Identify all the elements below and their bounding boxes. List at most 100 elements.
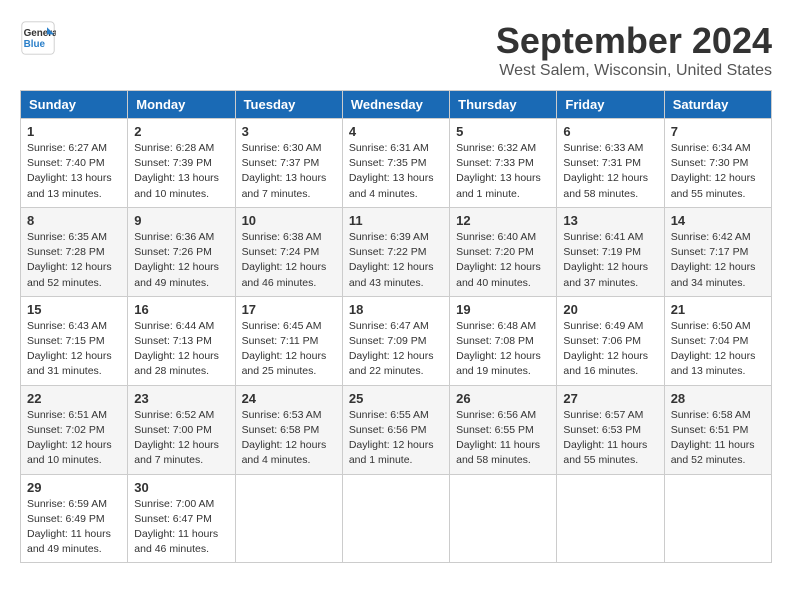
day-cell: 3 Sunrise: 6:30 AMSunset: 7:37 PMDaylight…	[235, 119, 342, 208]
day-cell: 1 Sunrise: 6:27 AMSunset: 7:40 PMDaylight…	[21, 119, 128, 208]
day-cell: 21 Sunrise: 6:50 AMSunset: 7:04 PMDayligh…	[664, 296, 771, 385]
day-info: Sunrise: 6:56 AMSunset: 6:55 PMDaylight:…	[456, 408, 550, 469]
day-info: Sunrise: 6:33 AMSunset: 7:31 PMDaylight:…	[563, 141, 657, 202]
day-info: Sunrise: 6:55 AMSunset: 6:56 PMDaylight:…	[349, 408, 443, 469]
day-number: 20	[563, 302, 657, 317]
day-number: 29	[27, 480, 121, 495]
day-cell: 12 Sunrise: 6:40 AMSunset: 7:20 PMDayligh…	[450, 207, 557, 296]
day-cell: 16 Sunrise: 6:44 AMSunset: 7:13 PMDayligh…	[128, 296, 235, 385]
week-row-1: 1 Sunrise: 6:27 AMSunset: 7:40 PMDaylight…	[21, 119, 772, 208]
day-number: 23	[134, 391, 228, 406]
day-cell: 28 Sunrise: 6:58 AMSunset: 6:51 PMDayligh…	[664, 385, 771, 474]
day-number: 10	[242, 213, 336, 228]
header-row: SundayMondayTuesdayWednesdayThursdayFrid…	[21, 91, 772, 119]
day-cell: 2 Sunrise: 6:28 AMSunset: 7:39 PMDaylight…	[128, 119, 235, 208]
day-number: 8	[27, 213, 121, 228]
day-number: 15	[27, 302, 121, 317]
day-number: 27	[563, 391, 657, 406]
header-cell-wednesday: Wednesday	[342, 91, 449, 119]
day-cell: 18Sunrise: 6:47 AMSunset: 7:09 PMDayligh…	[342, 296, 449, 385]
day-info: Sunrise: 6:30 AMSunset: 7:37 PMDaylight:…	[242, 141, 336, 202]
day-number: 28	[671, 391, 765, 406]
day-info: Sunrise: 6:50 AMSunset: 7:04 PMDaylight:…	[671, 319, 765, 380]
day-number: 30	[134, 480, 228, 495]
header-cell-monday: Monday	[128, 91, 235, 119]
day-number: 9	[134, 213, 228, 228]
day-cell: 30 Sunrise: 7:00 AMSunset: 6:47 PMDayligh…	[128, 474, 235, 563]
header-cell-friday: Friday	[557, 91, 664, 119]
day-cell: 17Sunrise: 6:45 AMSunset: 7:11 PMDayligh…	[235, 296, 342, 385]
day-number: 14	[671, 213, 765, 228]
day-cell: 8 Sunrise: 6:35 AMSunset: 7:28 PMDaylight…	[21, 207, 128, 296]
day-info: Sunrise: 6:58 AMSunset: 6:51 PMDaylight:…	[671, 408, 765, 469]
day-number: 12	[456, 213, 550, 228]
day-number: 17	[242, 302, 336, 317]
day-info: Sunrise: 6:48 AMSunset: 7:08 PMDaylight:…	[456, 319, 550, 380]
day-cell	[235, 474, 342, 563]
day-info: Sunrise: 6:43 AMSunset: 7:15 PMDaylight:…	[27, 319, 121, 380]
day-number: 19	[456, 302, 550, 317]
day-info: Sunrise: 6:57 AMSunset: 6:53 PMDaylight:…	[563, 408, 657, 469]
title-area: September 2024 West Salem, Wisconsin, Un…	[496, 20, 772, 80]
day-cell: 27 Sunrise: 6:57 AMSunset: 6:53 PMDayligh…	[557, 385, 664, 474]
day-number: 22	[27, 391, 121, 406]
day-cell: 14Sunrise: 6:42 AMSunset: 7:17 PMDayligh…	[664, 207, 771, 296]
day-number: 3	[242, 124, 336, 139]
day-info: Sunrise: 6:35 AMSunset: 7:28 PMDaylight:…	[27, 230, 121, 291]
day-number: 4	[349, 124, 443, 139]
day-number: 1	[27, 124, 121, 139]
day-info: Sunrise: 6:28 AMSunset: 7:39 PMDaylight:…	[134, 141, 228, 202]
day-info: Sunrise: 6:59 AMSunset: 6:49 PMDaylight:…	[27, 497, 121, 558]
day-cell: 10 Sunrise: 6:38 AMSunset: 7:24 PMDayligh…	[235, 207, 342, 296]
week-row-2: 8 Sunrise: 6:35 AMSunset: 7:28 PMDaylight…	[21, 207, 772, 296]
day-info: Sunrise: 6:51 AMSunset: 7:02 PMDaylight:…	[27, 408, 121, 469]
day-info: Sunrise: 6:38 AMSunset: 7:24 PMDaylight:…	[242, 230, 336, 291]
day-cell: 5 Sunrise: 6:32 AMSunset: 7:33 PMDaylight…	[450, 119, 557, 208]
day-cell: 23Sunrise: 6:52 AMSunset: 7:00 PMDayligh…	[128, 385, 235, 474]
location-title: West Salem, Wisconsin, United States	[496, 62, 772, 80]
day-info: Sunrise: 6:32 AMSunset: 7:33 PMDaylight:…	[456, 141, 550, 202]
day-cell: 24 Sunrise: 6:53 AMSunset: 6:58 PMDayligh…	[235, 385, 342, 474]
logo: General Blue	[20, 20, 56, 56]
day-cell	[557, 474, 664, 563]
day-cell: 25 Sunrise: 6:55 AMSunset: 6:56 PMDayligh…	[342, 385, 449, 474]
day-cell	[664, 474, 771, 563]
day-info: Sunrise: 6:41 AMSunset: 7:19 PMDaylight:…	[563, 230, 657, 291]
day-cell	[342, 474, 449, 563]
day-info: Sunrise: 7:00 AMSunset: 6:47 PMDaylight:…	[134, 497, 228, 558]
day-info: Sunrise: 6:34 AMSunset: 7:30 PMDaylight:…	[671, 141, 765, 202]
day-cell: 15 Sunrise: 6:43 AMSunset: 7:15 PMDayligh…	[21, 296, 128, 385]
day-info: Sunrise: 6:53 AMSunset: 6:58 PMDaylight:…	[242, 408, 336, 469]
day-info: Sunrise: 6:40 AMSunset: 7:20 PMDaylight:…	[456, 230, 550, 291]
day-cell: 9 Sunrise: 6:36 AMSunset: 7:26 PMDaylight…	[128, 207, 235, 296]
day-number: 7	[671, 124, 765, 139]
day-number: 26	[456, 391, 550, 406]
day-number: 2	[134, 124, 228, 139]
week-row-3: 15 Sunrise: 6:43 AMSunset: 7:15 PMDayligh…	[21, 296, 772, 385]
day-info: Sunrise: 6:44 AMSunset: 7:13 PMDaylight:…	[134, 319, 228, 380]
svg-text:Blue: Blue	[24, 39, 46, 50]
day-cell: 7 Sunrise: 6:34 AMSunset: 7:30 PMDaylight…	[664, 119, 771, 208]
day-number: 5	[456, 124, 550, 139]
day-cell: 11Sunrise: 6:39 AMSunset: 7:22 PMDayligh…	[342, 207, 449, 296]
day-number: 25	[349, 391, 443, 406]
day-cell: 4 Sunrise: 6:31 AMSunset: 7:35 PMDaylight…	[342, 119, 449, 208]
day-cell: 20Sunrise: 6:49 AMSunset: 7:06 PMDayligh…	[557, 296, 664, 385]
day-info: Sunrise: 6:27 AMSunset: 7:40 PMDaylight:…	[27, 141, 121, 202]
day-number: 21	[671, 302, 765, 317]
header-cell-saturday: Saturday	[664, 91, 771, 119]
day-number: 6	[563, 124, 657, 139]
day-info: Sunrise: 6:31 AMSunset: 7:35 PMDaylight:…	[349, 141, 443, 202]
day-info: Sunrise: 6:47 AMSunset: 7:09 PMDaylight:…	[349, 319, 443, 380]
month-title: September 2024	[496, 20, 772, 62]
day-number: 16	[134, 302, 228, 317]
day-number: 24	[242, 391, 336, 406]
day-cell: 6 Sunrise: 6:33 AMSunset: 7:31 PMDaylight…	[557, 119, 664, 208]
day-cell: 13 Sunrise: 6:41 AMSunset: 7:19 PMDayligh…	[557, 207, 664, 296]
day-info: Sunrise: 6:36 AMSunset: 7:26 PMDaylight:…	[134, 230, 228, 291]
header-cell-tuesday: Tuesday	[235, 91, 342, 119]
logo-icon: General Blue	[20, 20, 56, 56]
day-cell: 19 Sunrise: 6:48 AMSunset: 7:08 PMDayligh…	[450, 296, 557, 385]
day-number: 13	[563, 213, 657, 228]
header: General Blue September 2024 West Salem, …	[20, 20, 772, 80]
